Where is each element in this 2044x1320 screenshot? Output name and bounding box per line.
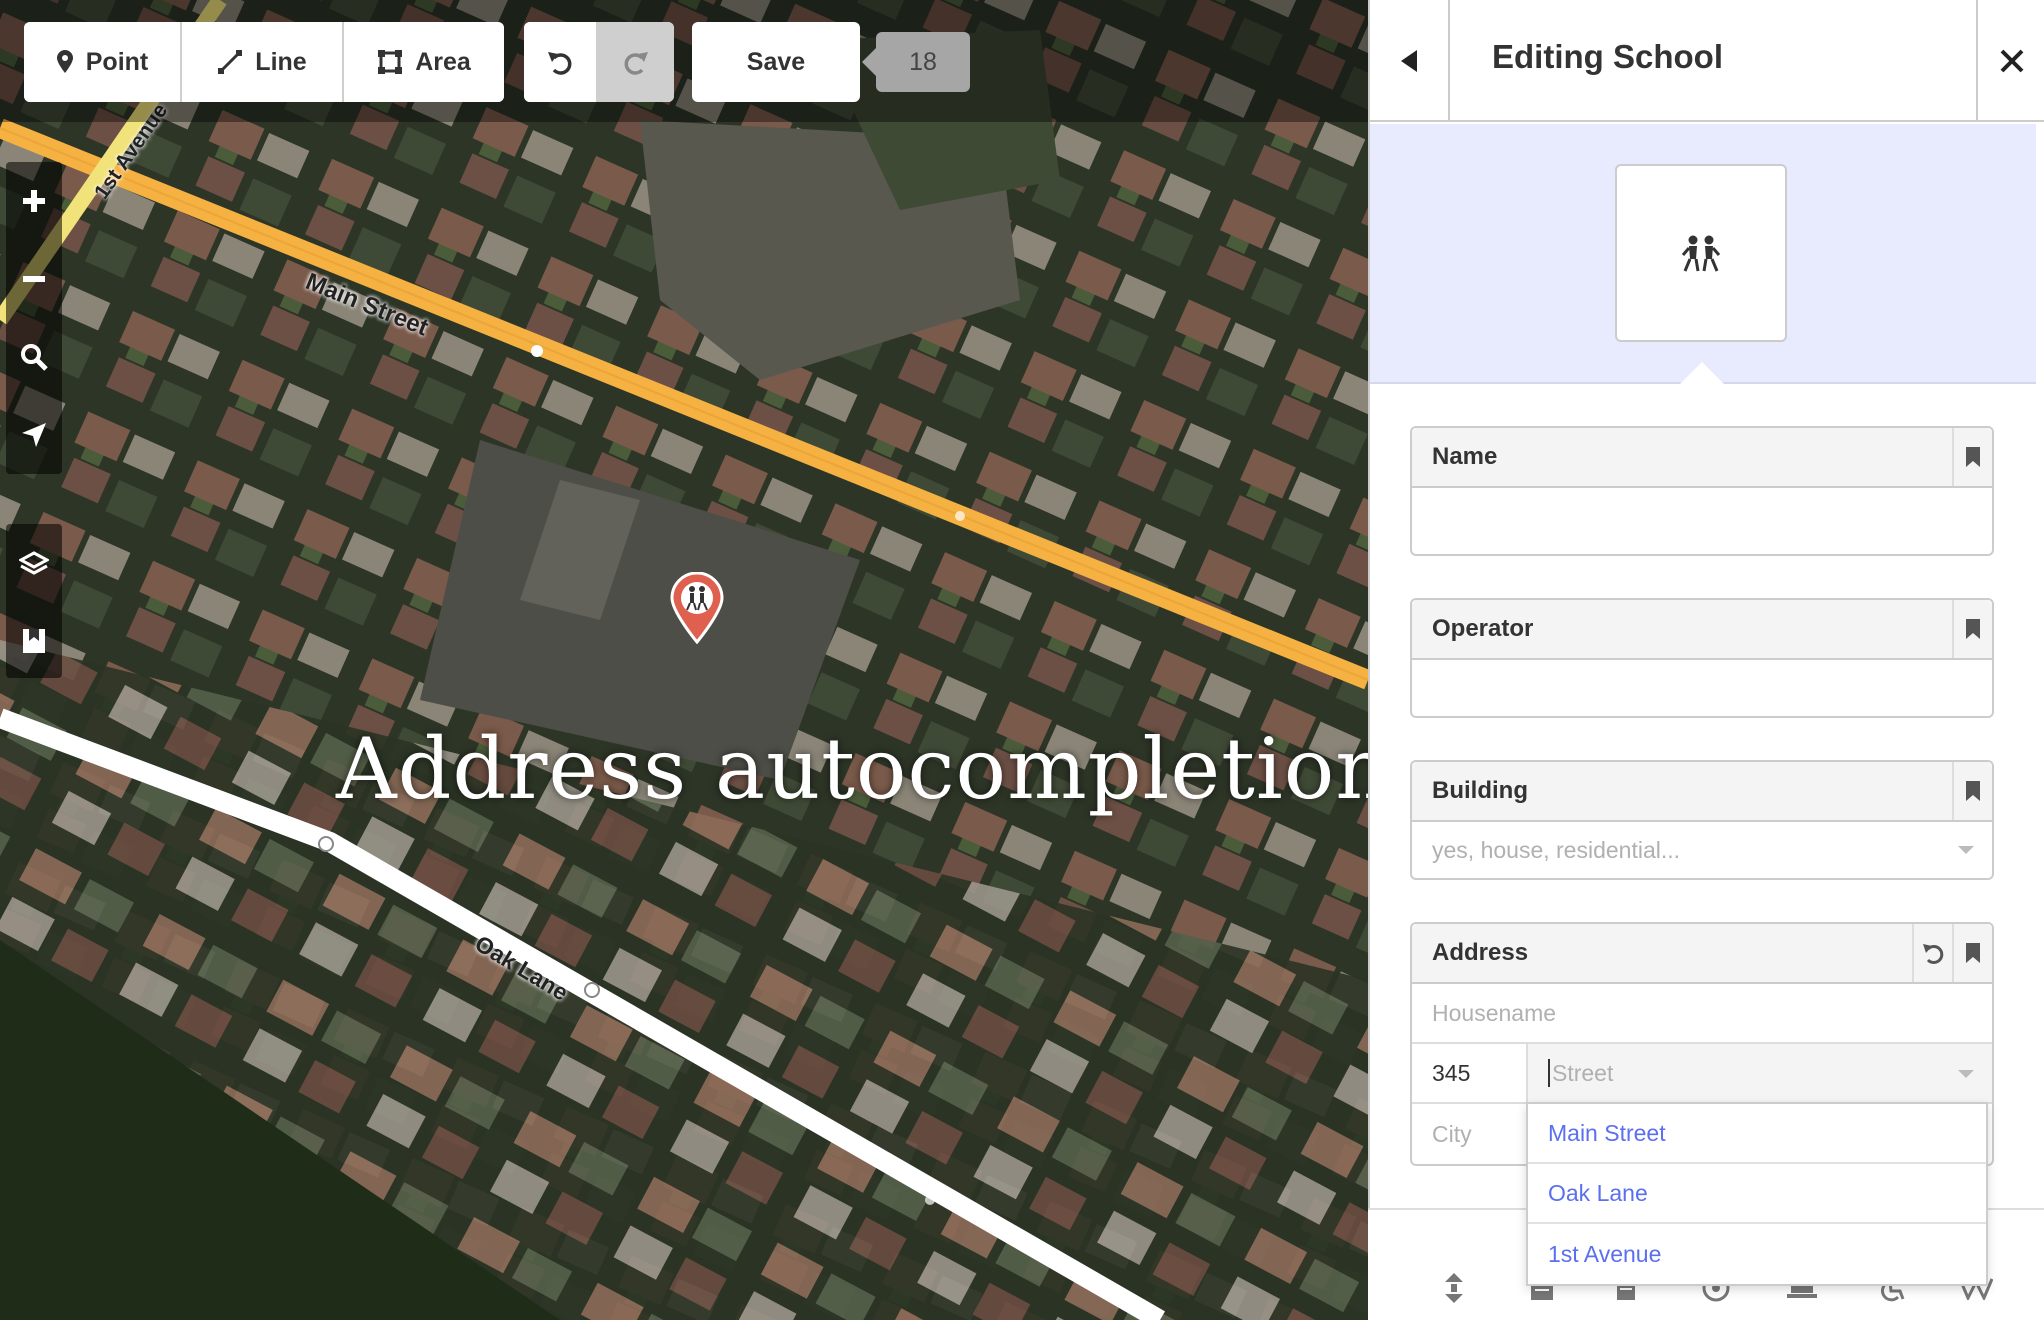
building-field-label: Building <box>1432 777 1528 804</box>
street-row: 345 Street <box>1412 1044 1992 1104</box>
geolocate-icon <box>22 423 46 447</box>
operator-field: Operator <box>1410 598 1994 718</box>
add-area-button[interactable]: Area <box>344 22 504 102</box>
address-field-info-button[interactable] <box>1952 924 1992 982</box>
zoom-out-button[interactable] <box>6 240 62 318</box>
area-icon <box>378 50 403 74</box>
save-button[interactable]: Save <box>692 22 860 102</box>
operator-field-label: Operator <box>1432 615 1534 642</box>
housename-input[interactable]: Housename <box>1412 984 1992 1042</box>
preset-button[interactable] <box>1615 164 1787 342</box>
add-line-label: Line <box>255 47 307 76</box>
undo-button[interactable] <box>524 22 598 102</box>
housenumber-input[interactable]: 345 <box>1412 1044 1528 1102</box>
operator-input[interactable] <box>1412 660 1992 716</box>
building-field-header: Building <box>1412 762 1992 822</box>
operator-field-header: Operator <box>1412 600 1992 660</box>
city-placeholder: City <box>1432 1120 1472 1147</box>
school-icon <box>1681 235 1721 272</box>
building-combo[interactable]: yes, house, residential... <box>1412 822 1992 878</box>
add-line-button[interactable]: Line <box>182 22 344 102</box>
building-placeholder: yes, house, residential... <box>1432 836 1681 863</box>
save-group: Save <box>692 22 860 102</box>
geolocate-button[interactable] <box>6 396 62 474</box>
add-mode-group: Point Line Area <box>24 22 504 102</box>
zoom-in-button[interactable] <box>6 162 62 240</box>
address-field-label: Address <box>1432 939 1529 966</box>
undo-icon <box>548 52 572 75</box>
preset-notch <box>1680 362 1724 384</box>
inspector-header: Editing School <box>1370 0 2044 122</box>
line-icon <box>218 50 243 74</box>
building-field: Building yes, house, residential... <box>1410 760 1994 880</box>
close-button[interactable] <box>1976 0 2044 122</box>
address-field-header: Address <box>1412 924 1992 984</box>
undo-icon <box>1923 944 1944 964</box>
chevron-down-icon[interactable] <box>1958 846 1974 854</box>
layers-button[interactable] <box>6 524 62 602</box>
housename-placeholder: Housename <box>1432 999 1557 1026</box>
name-field-info-button[interactable] <box>1952 428 1992 486</box>
add-point-label: Point <box>85 47 149 76</box>
chevron-left-icon <box>1401 50 1417 72</box>
bookmark-icon <box>1966 943 1980 963</box>
bookmark-icon <box>1966 447 1980 467</box>
bookmark-icon <box>1966 781 1980 801</box>
zoom-out-icon <box>23 276 45 282</box>
street-placeholder: Street <box>1552 1059 1614 1086</box>
redo-button[interactable] <box>598 22 674 102</box>
map-controls-top <box>6 162 62 474</box>
search-icon <box>21 344 48 371</box>
street-autocomplete-list: Main Street Oak Lane 1st Avenue <box>1526 1102 1988 1286</box>
inspector-title: Editing School <box>1492 38 1723 75</box>
add-point-button[interactable]: Point <box>24 22 182 102</box>
building-field-info-button[interactable] <box>1952 762 1992 820</box>
name-field: Name <box>1410 426 1994 556</box>
close-icon <box>2000 49 2024 73</box>
operator-field-info-button[interactable] <box>1952 600 1992 658</box>
name-input[interactable] <box>1412 488 1992 554</box>
autocomplete-option[interactable]: Main Street <box>1528 1104 1986 1164</box>
name-field-header: Name <box>1412 428 1992 488</box>
aerial-imagery <box>0 0 1368 1320</box>
add-area-label: Area <box>415 47 471 76</box>
autocomplete-option[interactable]: 1st Avenue <box>1528 1224 1986 1284</box>
preset-header <box>1370 124 2036 384</box>
zoom-in-icon <box>23 190 45 212</box>
layers-icon <box>19 551 49 575</box>
name-field-label: Name <box>1432 443 1498 470</box>
redo-icon <box>624 52 648 75</box>
elevation-icon[interactable] <box>1436 1270 1472 1306</box>
address-revert-button[interactable] <box>1912 924 1952 982</box>
edit-count-badge: 18 <box>862 32 970 92</box>
map-canvas[interactable]: Main Street Oak Lane 1st Avenue Point Li… <box>0 0 1368 1320</box>
history-group <box>524 22 674 102</box>
bookmark-icon <box>1966 619 1980 639</box>
map-controls-bottom <box>6 524 62 678</box>
help-button[interactable] <box>6 602 62 680</box>
street-input[interactable]: Street <box>1528 1044 1992 1102</box>
housename-row: Housename <box>1412 984 1992 1044</box>
point-icon <box>56 50 73 73</box>
chevron-down-icon[interactable] <box>1958 1070 1974 1078</box>
back-button[interactable] <box>1370 0 1450 122</box>
autocomplete-option[interactable]: Oak Lane <box>1528 1164 1986 1224</box>
text-cursor <box>1548 1059 1550 1087</box>
search-button[interactable] <box>6 318 62 396</box>
help-icon <box>23 629 45 653</box>
school-marker[interactable] <box>668 571 726 645</box>
caption-overlay: Address autocompletion <box>336 720 1368 818</box>
